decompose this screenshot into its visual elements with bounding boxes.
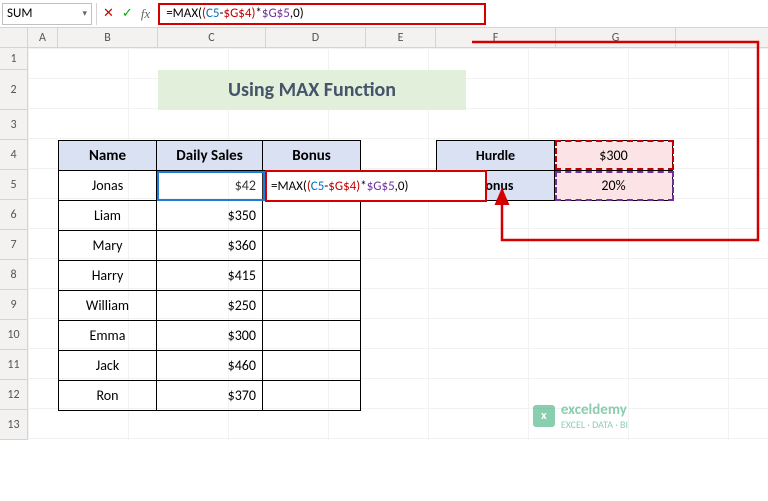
cell-bonus[interactable]	[263, 201, 361, 231]
fx-icon[interactable]: fx	[141, 6, 150, 22]
column-headers: A B C D E F G	[0, 28, 768, 48]
cell-sales[interactable]: $42	[157, 171, 263, 201]
table-row: Harry$415	[59, 261, 361, 291]
hurdle-label[interactable]: Hurdle	[437, 141, 555, 171]
row-header-10[interactable]: 10	[0, 320, 28, 350]
cell-bonus[interactable]	[263, 351, 361, 381]
chevron-down-icon[interactable]: ▾	[82, 8, 87, 19]
formula-text: =MAX((C5-$G$4)*$G$5,0)	[271, 179, 408, 194]
row-header-7[interactable]: 7	[0, 230, 28, 260]
cells-area[interactable]: Using MAX Function Name Daily Sales Bonu…	[28, 48, 768, 440]
name-box[interactable]: SUM ▾	[2, 3, 92, 25]
table-row: Hurdle $300	[437, 141, 673, 171]
row-header-9[interactable]: 9	[0, 290, 28, 320]
watermark: x exceldemy EXCEL · DATA · BI	[533, 402, 628, 430]
row-header-4[interactable]: 4	[0, 140, 28, 170]
cancel-icon[interactable]: ✕	[103, 6, 114, 21]
col-header-G[interactable]: G	[556, 28, 676, 47]
row-header-2[interactable]: 2	[0, 70, 28, 110]
table-row: Mary$360	[59, 231, 361, 261]
cell-sales[interactable]: $360	[157, 231, 263, 261]
inline-formula-editor[interactable]: =MAX((C5-$G$4)*$G$5,0)	[265, 170, 487, 202]
col-header-B[interactable]: B	[58, 28, 158, 47]
page-title: Using MAX Function	[158, 70, 466, 110]
row-header-12[interactable]: 12	[0, 380, 28, 410]
col-header-D[interactable]: D	[266, 28, 366, 47]
formula-input[interactable]: =MAX((C5-$G$4)*$G$5,0)	[158, 3, 486, 25]
table-row: Jack$460	[59, 351, 361, 381]
table-row: Emma$300	[59, 321, 361, 351]
formula-text: =MAX((C5-$G$4)*$G$5,0)	[166, 6, 303, 21]
cell-sales[interactable]: $460	[157, 351, 263, 381]
col-header-F[interactable]: F	[436, 28, 556, 47]
col-header-E[interactable]: E	[366, 28, 436, 47]
bonus-value[interactable]: 20%	[555, 171, 673, 201]
watermark-brand: exceldemy	[561, 402, 628, 419]
watermark-tag: EXCEL · DATA · BI	[561, 419, 628, 430]
hurdle-value[interactable]: $300	[555, 141, 673, 171]
table-row: Liam$350	[59, 201, 361, 231]
watermark-icon: x	[533, 405, 555, 427]
row-header-13[interactable]: 13	[0, 410, 28, 440]
row-header-3[interactable]: 3	[0, 110, 28, 140]
formula-bar: SUM ▾ ✕ ✓ fx =MAX((C5-$G$4)*$G$5,0)	[0, 0, 768, 28]
row-header-11[interactable]: 11	[0, 350, 28, 380]
cell-bonus[interactable]	[263, 381, 361, 411]
confirm-icon[interactable]: ✓	[122, 6, 133, 21]
cell-name[interactable]: Jonas	[59, 171, 157, 201]
cell-bonus[interactable]	[263, 231, 361, 261]
cell-name[interactable]: Mary	[59, 231, 157, 261]
cell-name[interactable]: Jack	[59, 351, 157, 381]
row-header-8[interactable]: 8	[0, 260, 28, 290]
table-row: Ron$370	[59, 381, 361, 411]
header-name[interactable]: Name	[59, 141, 157, 171]
row-headers: 1 2 3 4 5 6 7 8 9 10 11 12 13	[0, 48, 28, 440]
row-header-5[interactable]: 5	[0, 170, 28, 200]
formula-bar-icons: ✕ ✓ fx	[96, 3, 156, 25]
cell-name[interactable]: Harry	[59, 261, 157, 291]
table-row: William$250	[59, 291, 361, 321]
cell-sales[interactable]: $370	[157, 381, 263, 411]
cell-sales[interactable]: $250	[157, 291, 263, 321]
cell-sales[interactable]: $350	[157, 201, 263, 231]
cell-name[interactable]: Emma	[59, 321, 157, 351]
col-header-A[interactable]: A	[28, 28, 58, 47]
select-all-corner[interactable]	[0, 28, 28, 47]
name-box-value: SUM	[7, 6, 32, 21]
cell-bonus[interactable]	[263, 261, 361, 291]
header-sales[interactable]: Daily Sales	[157, 141, 263, 171]
spreadsheet-grid: A B C D E F G 1 2 3 4 5 6 7 8 9 10 11 12…	[0, 28, 768, 440]
cell-sales[interactable]: $415	[157, 261, 263, 291]
header-bonus[interactable]: Bonus	[263, 141, 361, 171]
cell-name[interactable]: Ron	[59, 381, 157, 411]
cell-bonus[interactable]	[263, 291, 361, 321]
row-header-1[interactable]: 1	[0, 48, 28, 70]
cell-sales[interactable]: $300	[157, 321, 263, 351]
table-header-row: Name Daily Sales Bonus	[59, 141, 361, 171]
cell-name[interactable]: Liam	[59, 201, 157, 231]
col-header-C[interactable]: C	[158, 28, 266, 47]
cell-bonus[interactable]	[263, 321, 361, 351]
row-header-6[interactable]: 6	[0, 200, 28, 230]
cell-name[interactable]: William	[59, 291, 157, 321]
